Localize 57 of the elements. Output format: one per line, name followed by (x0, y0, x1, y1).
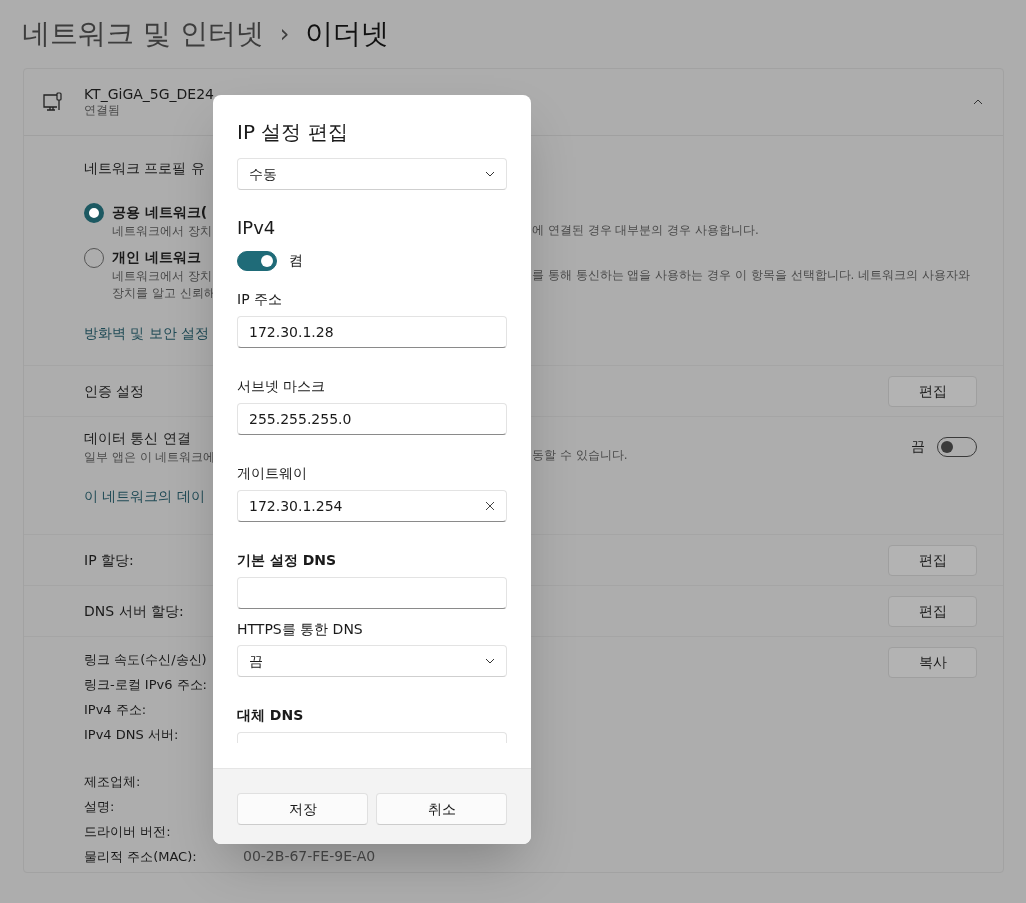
clear-icon[interactable] (485, 501, 495, 511)
setting-label: 데이터 통신 연결 (84, 430, 191, 447)
property-label: IPv4 주소: (84, 700, 148, 719)
property-label: IPv4 DNS 서버: (84, 725, 180, 744)
dns-over-https-dropdown[interactable]: 끔 (237, 645, 507, 677)
dropdown-chevron-icon (485, 171, 495, 177)
edit-button[interactable]: 편집 (888, 375, 977, 407)
option-description: 네트워크에서 장치 (112, 269, 212, 283)
save-button[interactable]: 저장 (237, 793, 368, 825)
option-description: 를 통해 통신하는 앱을 사용하는 경우 이 항목을 선택합니다. 네트워크의 사용자와 (532, 267, 970, 284)
radio-label: 개인 네트워크 (112, 248, 202, 267)
field-label: IP 주소 (237, 290, 283, 309)
property-value: 00-2B-67-FE-9E-A0 (243, 847, 376, 866)
setting-description: 동할 수 있습니다. (532, 447, 628, 464)
field-label: 대체 DNS (237, 706, 304, 725)
cancel-button[interactable]: 취소 (376, 793, 507, 825)
text-input-field[interactable] (237, 577, 507, 609)
setting-label: DNS 서버 할당: (84, 601, 184, 621)
field-label: 게이트웨이 (237, 464, 307, 483)
edit-button[interactable]: 편집 (888, 544, 977, 576)
toggle-state-label: 끔 (911, 437, 925, 456)
field-label: 기본 설정 DNS (237, 551, 337, 570)
option-description: 네트워크에서 장치 (112, 224, 212, 238)
property-label: 제조업체: (84, 772, 142, 791)
setting-description: 일부 앱은 이 네트워크에 (84, 450, 216, 464)
property-label: 링크 속도(수신/송신) (84, 650, 208, 669)
field-label: HTTPS를 통한 DNS (237, 620, 363, 639)
field-label: 서브넷 마스크 (237, 377, 326, 396)
connection-status: 연결됨 (84, 102, 121, 118)
property-label: 물리적 주소(MAC): (84, 847, 198, 866)
option-description: 에 연결된 경우 대부분의 경우 사용합니다. (532, 222, 759, 239)
dialog-title: IP 설정 편집 (237, 119, 349, 146)
radio-button[interactable] (84, 203, 104, 223)
dropdown-chevron-icon (485, 658, 495, 664)
property-label: 드라이버 버전: (84, 822, 172, 841)
property-label: 링크-로컬 IPv6 주소: (84, 675, 208, 694)
toggle-state-label: 켬 (289, 251, 303, 270)
breadcrumb-parent[interactable]: 네트워크 및 인터넷 (22, 13, 264, 55)
property-label: 설명: (84, 797, 116, 816)
setting-label: 인증 설정 (84, 381, 145, 401)
section-label: 네트워크 프로필 유 (84, 160, 205, 176)
data-usage-link[interactable]: 이 네트워크의 데이 (84, 486, 205, 507)
ethernet-computer-icon (42, 91, 64, 113)
section-heading: IPv4 (237, 216, 277, 240)
firewall-settings-link[interactable]: 방화벽 및 보안 설정 (84, 323, 210, 344)
copy-button[interactable]: 복사 (888, 647, 977, 678)
edit-button[interactable]: 편집 (888, 595, 977, 627)
toggle-switch[interactable] (237, 250, 277, 271)
network-name: KT_GiGA_5G_DE24 (84, 86, 214, 102)
text-input-field[interactable]: 172.30.1.28 (237, 316, 507, 348)
mode-dropdown[interactable]: 수동 (237, 158, 507, 190)
text-input-field[interactable]: 255.255.255.0 (237, 403, 507, 435)
setting-label: IP 할당: (84, 550, 134, 570)
text-input-field[interactable]: 172.30.1.254 (237, 490, 507, 522)
radio-label: 공용 네트워크( (112, 203, 209, 222)
page-title: 이더넷 (305, 16, 390, 52)
breadcrumb-separator: › (279, 19, 290, 50)
